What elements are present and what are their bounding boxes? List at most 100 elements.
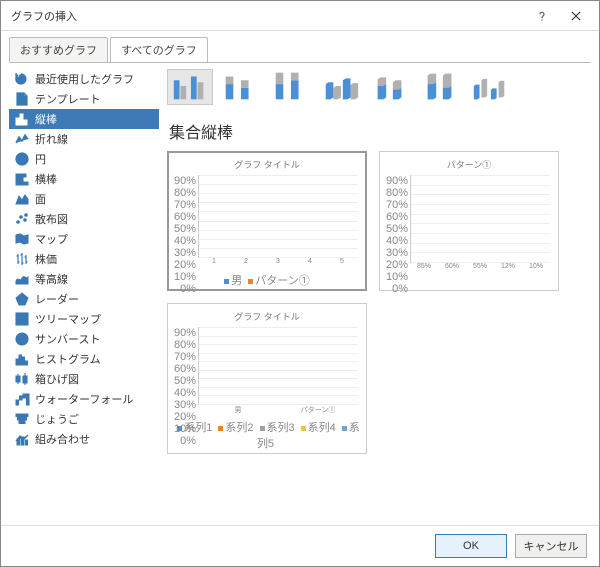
title-bar: グラフの挿入 (1, 1, 599, 31)
subtype-stacked-column[interactable] (217, 69, 263, 105)
stacked-column-icon (220, 70, 260, 102)
sidebar-item-label: 散布図 (33, 211, 157, 227)
sidebar-item-surface[interactable]: 等高線 (9, 269, 159, 289)
plot-area (198, 175, 358, 258)
preview-title: パターン① (386, 158, 552, 171)
sidebar-item-pie[interactable]: 円 (9, 149, 159, 169)
subtype-3d-stacked100-column[interactable] (417, 69, 463, 105)
sidebar-item-label: テンプレート (33, 91, 157, 107)
cancel-button[interactable]: キャンセル (515, 534, 587, 558)
sidebar-item-label: 箱ひげ図 (33, 371, 157, 387)
bar-icon (11, 170, 33, 188)
close-button[interactable] (559, 2, 593, 30)
combo-icon (11, 430, 33, 448)
sidebar-item-boxwhisker[interactable]: 箱ひげ図 (9, 369, 159, 389)
preview-grid: グラフ タイトル 90%80%70%60%50%40%30%20%10%0% 1… (167, 151, 591, 454)
sidebar-item-template[interactable]: テンプレート (9, 89, 159, 109)
sidebar-item-sunburst[interactable]: サンバースト (9, 329, 159, 349)
chart-type-list: 最近使用したグラフ テンプレート 縦棒 折れ線 円 横棒 面 散布図 (9, 69, 159, 525)
sidebar-item-label: サンバースト (33, 331, 157, 347)
sidebar-item-label: じょうご (33, 411, 157, 427)
sidebar-item-label: 縦棒 (33, 111, 157, 127)
y-axis-labels: 90%80%70%60%50%40%30%20%10%0% (174, 327, 196, 405)
sidebar-item-bar[interactable]: 横棒 (9, 169, 159, 189)
treemap-icon (11, 310, 33, 328)
close-icon (571, 11, 581, 21)
sidebar-item-funnel[interactable]: じょうご (9, 409, 159, 429)
sidebar-item-combo[interactable]: 組み合わせ (9, 429, 159, 449)
y-axis-labels: 90%80%70%60%50%40%30%20%10%0% (386, 175, 408, 263)
x-axis-labels: 12345 (198, 258, 358, 270)
funnel-icon (11, 410, 33, 428)
preview-1[interactable]: グラフ タイトル 90%80%70%60%50%40%30%20%10%0% 1… (167, 151, 367, 291)
subtype-clustered-column[interactable] (167, 69, 213, 105)
stock-icon (11, 250, 33, 268)
legend: 系列1系列2系列3系列4系列5 (174, 419, 360, 451)
tab-strip: おすすめグラフ すべてのグラフ (1, 31, 599, 62)
tab-recommended[interactable]: おすすめグラフ (9, 37, 108, 62)
sidebar-item-histogram[interactable]: ヒストグラム (9, 349, 159, 369)
sidebar-item-label: 最近使用したグラフ (33, 71, 157, 87)
sidebar-item-label: ツリーマップ (33, 311, 157, 327)
clustered-column-3d-icon (320, 70, 360, 102)
clustered-column-icon (170, 70, 210, 102)
sidebar-item-label: 組み合わせ (33, 431, 157, 447)
sidebar-item-map[interactable]: マップ (9, 229, 159, 249)
scatter-icon (11, 210, 33, 228)
subtype-3d-clustered-column[interactable] (317, 69, 363, 105)
x-axis-labels: 男パターン① (198, 405, 358, 417)
waterfall-icon (11, 390, 33, 408)
stacked-column-3d-icon (370, 70, 410, 102)
x-axis-labels: 85%60%55%12%10% (410, 263, 550, 275)
preview-chart: 90%80%70%60%50%40%30%20%10%0% 85%60%55%1… (386, 175, 552, 275)
sidebar-item-line[interactable]: 折れ線 (9, 129, 159, 149)
recent-icon (11, 70, 33, 88)
preview-chart: 90%80%70%60%50%40%30%20%10%0% 男パターン① (174, 327, 360, 417)
sidebar-item-label: 横棒 (33, 171, 157, 187)
line-icon (11, 130, 33, 148)
tab-all[interactable]: すべてのグラフ (110, 37, 208, 62)
preview-3[interactable]: グラフ タイトル 90%80%70%60%50%40%30%20%10%0% 男… (167, 303, 367, 454)
ok-button[interactable]: OK (435, 534, 507, 558)
subtype-title: 集合縦棒 (169, 119, 591, 143)
map-icon (11, 230, 33, 248)
sidebar-item-label: 株価 (33, 251, 157, 267)
help-button[interactable] (525, 2, 559, 30)
sidebar-item-radar[interactable]: レーダー (9, 289, 159, 309)
preview-title: グラフ タイトル (174, 310, 360, 323)
subtype-3d-stacked-column[interactable] (367, 69, 413, 105)
sidebar-item-label: 円 (33, 151, 157, 167)
boxwhisker-icon (11, 370, 33, 388)
plot-area (198, 327, 358, 405)
sunburst-icon (11, 330, 33, 348)
surface-icon (11, 270, 33, 288)
sidebar-item-label: 折れ線 (33, 131, 157, 147)
sidebar-item-treemap[interactable]: ツリーマップ (9, 309, 159, 329)
preview-2[interactable]: パターン① 90%80%70%60%50%40%30%20%10%0% 85%6… (379, 151, 559, 291)
sidebar-item-recent[interactable]: 最近使用したグラフ (9, 69, 159, 89)
subtype-stacked100-column[interactable] (267, 69, 313, 105)
subtype-3d-column[interactable] (467, 69, 513, 105)
stacked100-column-3d-icon (420, 70, 460, 102)
sidebar-item-label: レーダー (33, 291, 157, 307)
column-icon (11, 110, 33, 128)
sidebar-item-area[interactable]: 面 (9, 189, 159, 209)
sidebar-item-label: 面 (33, 191, 157, 207)
legend: 男パターン① (174, 272, 360, 288)
sidebar-item-label: マップ (33, 231, 157, 247)
sidebar-item-label: 等高線 (33, 271, 157, 287)
subtype-row (167, 69, 591, 105)
area-icon (11, 190, 33, 208)
stacked100-column-icon (270, 70, 310, 102)
histogram-icon (11, 350, 33, 368)
sidebar-item-waterfall[interactable]: ウォーターフォール (9, 389, 159, 409)
sidebar-item-label: ヒストグラム (33, 351, 157, 367)
template-icon (11, 90, 33, 108)
sidebar-item-column[interactable]: 縦棒 (9, 109, 159, 129)
preview-title: グラフ タイトル (174, 158, 360, 171)
preview-chart: 90%80%70%60%50%40%30%20%10%0% 12345 (174, 175, 360, 270)
radar-icon (11, 290, 33, 308)
sidebar-item-scatter[interactable]: 散布図 (9, 209, 159, 229)
sidebar-item-stock[interactable]: 株価 (9, 249, 159, 269)
help-icon (536, 10, 548, 22)
